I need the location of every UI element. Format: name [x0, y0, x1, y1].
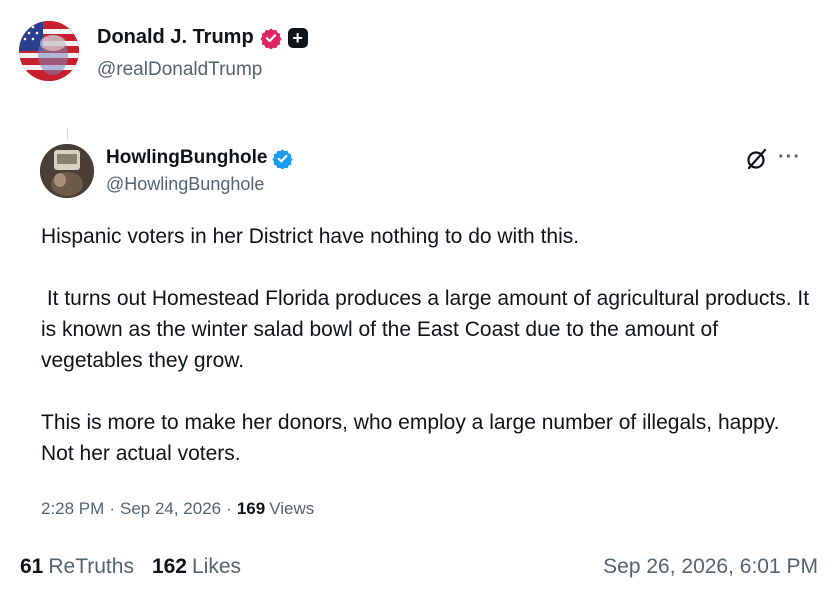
- grok-icon[interactable]: [745, 147, 769, 171]
- quoted-author-name[interactable]: HowlingBunghole: [106, 147, 267, 169]
- quoted-author-handle[interactable]: @HowlingBunghole: [106, 174, 264, 195]
- quoted-avatar-image: [40, 144, 94, 198]
- retruths-count: 61: [20, 555, 44, 578]
- quoted-tweet-text: Hispanic voters in her District have not…: [41, 221, 811, 469]
- quoted-author-avatar[interactable]: [40, 144, 94, 198]
- thread-connector-line: [67, 128, 68, 140]
- author-name[interactable]: Donald J. Trump: [97, 26, 254, 49]
- post-stats: 61 ReTruths 162 Likes: [20, 555, 259, 579]
- views-label: Views: [269, 499, 315, 518]
- flag-face-avatar-image: [19, 21, 79, 81]
- truth-post: Donald J. Trump + @realDonaldTrump Howli…: [0, 0, 840, 611]
- author-handle[interactable]: @realDonaldTrump: [97, 59, 262, 81]
- more-options-icon[interactable]: ···: [778, 147, 801, 167]
- verified-badge-icon: [260, 27, 282, 49]
- views-count: 169: [236, 499, 266, 518]
- likes-label: Likes: [192, 555, 242, 578]
- plus-badge-icon: +: [287, 27, 308, 48]
- tweet-date[interactable]: Sep 24, 2026: [120, 499, 221, 519]
- post-timestamp[interactable]: Sep 26, 2026, 6:01 PM: [603, 555, 818, 579]
- verified-badge-icon: [272, 148, 294, 169]
- author-name-row: Donald J. Trump +: [97, 26, 308, 49]
- tweet-paragraph: It turns out Homestead Florida produces …: [41, 287, 815, 372]
- meta-separator: ·: [226, 499, 232, 518]
- meta-separator: ·: [109, 499, 115, 518]
- likes-stat[interactable]: 162 Likes: [152, 555, 241, 579]
- retruths-label: ReTruths: [48, 555, 134, 578]
- tweet-paragraph: This is more to make her donors, who emp…: [41, 411, 780, 465]
- retruths-stat[interactable]: 61 ReTruths: [20, 555, 134, 579]
- quoted-tweet-meta: 2:28 PM · Sep 24, 2026 · 169 Views: [41, 499, 314, 519]
- author-avatar[interactable]: [19, 21, 79, 81]
- quoted-name-row: HowlingBunghole: [106, 147, 294, 169]
- tweet-time[interactable]: 2:28 PM: [41, 499, 104, 519]
- tweet-paragraph: Hispanic voters in her District have not…: [41, 225, 580, 248]
- likes-count: 162: [151, 555, 187, 578]
